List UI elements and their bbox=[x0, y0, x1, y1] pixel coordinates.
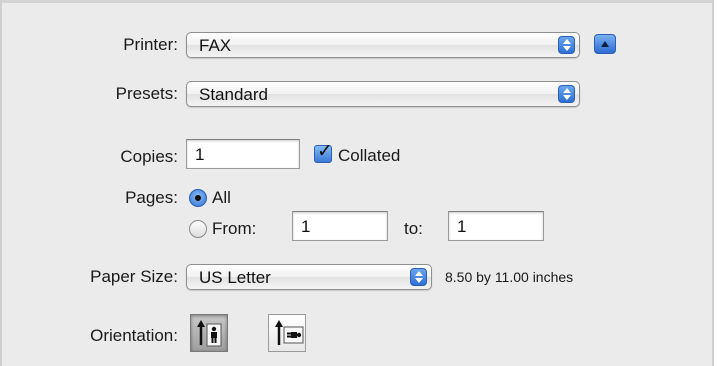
up-down-arrows-icon bbox=[410, 268, 427, 286]
disclosure-triangle-icon[interactable] bbox=[594, 34, 616, 54]
pages-from-radio[interactable] bbox=[189, 220, 207, 238]
top-divider bbox=[2, 0, 712, 3]
presets-label: Presets: bbox=[115, 84, 178, 103]
printer-label: Printer: bbox=[123, 35, 178, 54]
portrait-orientation-icon bbox=[197, 320, 222, 347]
pages-to-label: to: bbox=[404, 219, 423, 238]
collated-label: Collated bbox=[338, 146, 401, 165]
paper-size-label: Paper Size: bbox=[90, 267, 178, 286]
orientation-label: Orientation: bbox=[90, 326, 178, 345]
pages-label: Pages: bbox=[125, 188, 178, 207]
collated-checkbox[interactable]: ✓ bbox=[314, 140, 333, 163]
paper-size-value: US Letter bbox=[199, 268, 271, 287]
copies-label: Copies: bbox=[120, 147, 178, 166]
landscape-orientation-icon bbox=[275, 320, 304, 345]
pages-to-value: 1 bbox=[457, 217, 467, 236]
printer-popup[interactable]: FAX bbox=[186, 32, 580, 58]
pages-from-value: 1 bbox=[301, 217, 311, 236]
printer-value: FAX bbox=[199, 36, 232, 55]
presets-popup[interactable]: Standard bbox=[186, 81, 580, 107]
up-down-arrows-icon bbox=[558, 36, 575, 54]
copies-value: 1 bbox=[195, 145, 205, 164]
portrait-orientation-button[interactable] bbox=[190, 314, 228, 352]
copies-field[interactable]: 1 bbox=[186, 139, 300, 169]
pages-all-radio[interactable] bbox=[189, 189, 207, 207]
pages-from-label: From: bbox=[212, 219, 257, 238]
checkmark-icon: ✓ bbox=[317, 140, 333, 162]
presets-value: Standard bbox=[199, 85, 268, 104]
pages-from-field[interactable]: 1 bbox=[292, 211, 388, 241]
print-dialog: Printer: FAX Presets: Standard Copies: 1… bbox=[0, 0, 714, 366]
pages-to-field[interactable]: 1 bbox=[448, 211, 544, 241]
paper-size-popup[interactable]: US Letter bbox=[186, 264, 432, 290]
pages-all-label: All bbox=[212, 188, 231, 207]
paper-dimensions: 8.50 by 11.00 inches bbox=[445, 269, 574, 285]
up-down-arrows-icon bbox=[558, 85, 575, 103]
landscape-orientation-button[interactable] bbox=[268, 314, 306, 352]
